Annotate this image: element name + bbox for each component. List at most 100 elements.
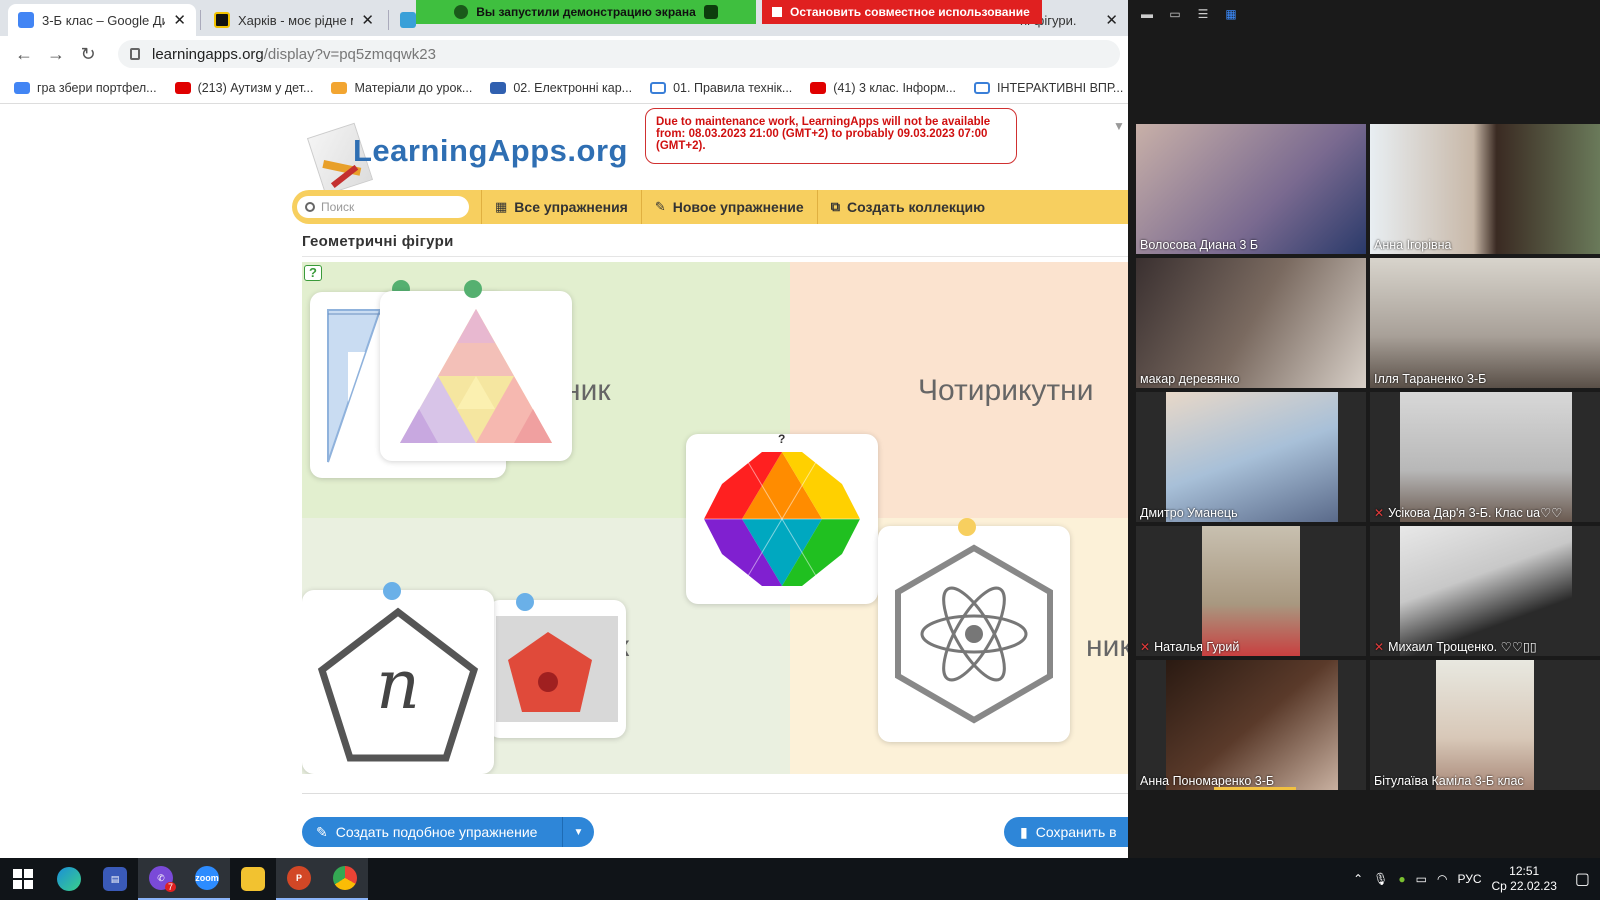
taskbar-chrome[interactable] bbox=[322, 858, 368, 900]
language-indicator[interactable]: РУС bbox=[1457, 872, 1481, 886]
microphone-icon[interactable]: 🎙 bbox=[1373, 872, 1388, 886]
card-n-pentagon[interactable]: n bbox=[302, 590, 494, 774]
participant-name: макар деревянко bbox=[1140, 372, 1240, 386]
minimize-icon[interactable]: ▬ bbox=[1138, 6, 1156, 22]
search-icon bbox=[305, 202, 315, 212]
participant-tile[interactable]: Дмитро Уманець bbox=[1136, 392, 1366, 522]
document-icon bbox=[490, 81, 507, 94]
mic-muted-icon: ✕ bbox=[1140, 640, 1151, 654]
grid-view-icon[interactable]: ▦ bbox=[1222, 6, 1240, 22]
bookmark-label: гра збери портфел... bbox=[37, 80, 157, 95]
chevron-down-icon[interactable]: ▼ bbox=[1113, 119, 1125, 133]
slides-icon bbox=[650, 81, 667, 94]
battery-icon[interactable]: ▭ bbox=[1416, 872, 1427, 886]
tab-kharkiv[interactable]: Харків - моє рідне мі ✕ bbox=[204, 4, 384, 36]
card-atom-hexagon[interactable] bbox=[878, 526, 1070, 742]
forward-icon[interactable]: → bbox=[40, 44, 72, 65]
shield-icon bbox=[703, 5, 718, 19]
site-icon bbox=[214, 12, 230, 28]
taskbar-explorer[interactable] bbox=[230, 858, 276, 900]
stop-sharing-button[interactable]: Остановить совместное использование bbox=[762, 0, 1042, 24]
slides-icon bbox=[974, 81, 991, 94]
atom-hexagon-image bbox=[895, 544, 1053, 724]
address-bar-row: ← → ↻ learningapps.org/display?v=pq5zmqq… bbox=[0, 36, 1128, 72]
speaker-view-icon[interactable]: ▭ bbox=[1166, 6, 1184, 22]
bookmark-item[interactable]: (41) 3 клас. Інформ... bbox=[810, 81, 956, 95]
taskbar-save-app[interactable]: ▤ bbox=[92, 858, 138, 900]
mic-muted-icon: ✕ bbox=[1374, 639, 1385, 654]
edge-icon bbox=[57, 867, 81, 891]
save-label: Сохранить в bbox=[1035, 824, 1117, 840]
browser-window: 3-Б клас – Google Ди ✕ Харків - моє рідн… bbox=[0, 0, 1128, 858]
bookmark-item[interactable]: ІНТЕРАКТИВНІ ВПР... bbox=[974, 81, 1123, 95]
nav-create-collection[interactable]: ⧉ Создать коллекцию bbox=[816, 190, 998, 224]
participant-tile[interactable]: Волосова Диана 3 Б bbox=[1136, 124, 1366, 254]
folder-icon bbox=[241, 867, 265, 891]
bookmark-item[interactable]: 02. Електронні кар... bbox=[490, 81, 632, 95]
close-icon[interactable]: ✕ bbox=[1105, 11, 1118, 29]
category-label-quadrilaterals: Чотирикутни bbox=[918, 374, 1094, 407]
bookmark-item[interactable]: Матеріали до урок... bbox=[331, 81, 472, 95]
bookmark-item[interactable]: 01. Правила технік... bbox=[650, 81, 792, 95]
card-pentagon-photo[interactable] bbox=[488, 600, 626, 738]
participant-tile[interactable]: ✕ Наталья Гурий bbox=[1136, 526, 1366, 656]
close-icon[interactable]: ✕ bbox=[361, 11, 374, 29]
chevron-up-icon[interactable]: ⌃ bbox=[1353, 872, 1363, 886]
tab-strip: 3-Б клас – Google Ди ✕ Харків - моє рідн… bbox=[0, 0, 1128, 36]
participant-tile[interactable]: ✕ Усікова Дар'я 3-Б. Клас ua♡♡ bbox=[1370, 392, 1600, 522]
bookmark-label: ІНТЕРАКТИВНІ ВПР... bbox=[997, 80, 1124, 95]
tab-google-drive[interactable]: 3-Б клас – Google Ди ✕ bbox=[8, 4, 196, 36]
edit-icon: ✎ bbox=[316, 823, 328, 840]
divider bbox=[302, 256, 1128, 257]
bookmark-label: 01. Правила технік... bbox=[673, 80, 793, 95]
nav-all-exercises[interactable]: ▦ Все упражнения bbox=[481, 190, 641, 224]
start-button[interactable] bbox=[0, 858, 46, 900]
chevron-down-icon[interactable]: ▼ bbox=[562, 817, 594, 847]
bookmarks-bar: гра збери портфел... (213) Аутизм у дет.… bbox=[0, 72, 1128, 104]
nav-new-exercise[interactable]: ✎ Новое упражнение bbox=[640, 190, 817, 224]
card-color-hexagon[interactable]: ? bbox=[686, 432, 878, 604]
close-icon[interactable]: ✕ bbox=[173, 11, 186, 29]
gallery-view-icon[interactable]: ☰ bbox=[1194, 6, 1212, 22]
bookmark-item[interactable]: (213) Аутизм у дет... bbox=[174, 81, 313, 95]
card-pin bbox=[516, 593, 534, 611]
participant-tile[interactable]: ✕ Михаил Трощенко. ♡♡▯▯ bbox=[1370, 526, 1600, 656]
colorful-triangle-image bbox=[400, 309, 552, 443]
zoom-icon: zoom bbox=[195, 866, 219, 890]
search-input[interactable]: Поиск bbox=[297, 196, 469, 218]
app-tray-icon[interactable]: ● bbox=[1398, 872, 1405, 886]
notification-badge: 7 bbox=[164, 882, 176, 892]
learningapps-page: LearningApps.org Due to maintenance work… bbox=[0, 105, 1128, 858]
help-icon[interactable]: ? bbox=[304, 265, 322, 281]
participant-name: Бітулаїва Каміла 3-Б клас bbox=[1374, 774, 1524, 788]
category-label-hexagons: ник bbox=[1086, 630, 1128, 663]
share-banner-text: Вы запустили демонстрацию экрана bbox=[476, 5, 696, 19]
card-triangle[interactable] bbox=[380, 291, 572, 461]
video-feed bbox=[1400, 526, 1572, 656]
participant-tile[interactable]: макар деревянко bbox=[1136, 258, 1366, 388]
bookmark-label: 02. Електронні кар... bbox=[513, 80, 633, 95]
save-to-button[interactable]: ▮ Сохранить в bbox=[1004, 817, 1128, 847]
create-similar-button[interactable]: ✎ Создать подобное упражнение ▼ bbox=[302, 817, 594, 847]
participant-tile-active-speaker[interactable]: Ілля Тараненко 3-Б bbox=[1370, 258, 1600, 388]
clock[interactable]: 12:51 Ср 22.02.23 bbox=[1491, 864, 1556, 894]
taskbar-viber[interactable]: ✆ 7 bbox=[138, 858, 184, 900]
reload-icon[interactable]: ↻ bbox=[72, 44, 104, 65]
taskbar-zoom[interactable]: zoom bbox=[184, 858, 230, 900]
tab-title: 3-Б клас – Google Ди bbox=[42, 12, 166, 28]
site-logo[interactable]: LearningApps.org bbox=[305, 111, 627, 196]
back-icon[interactable]: ← bbox=[8, 44, 40, 65]
bookmark-item[interactable]: гра збери портфел... bbox=[14, 81, 157, 95]
taskbar-edge[interactable] bbox=[46, 858, 92, 900]
notifications-icon[interactable]: ▢ bbox=[1575, 869, 1590, 889]
url-field[interactable]: learningapps.org/display?v=pq5zmqqwk23 bbox=[118, 40, 1120, 68]
participant-name: Михаил Трощенко. ♡♡▯▯ bbox=[1388, 640, 1537, 654]
taskbar-powerpoint[interactable]: P bbox=[276, 858, 322, 900]
participant-tile[interactable]: Анна Ігорівна bbox=[1370, 124, 1600, 254]
participant-tile[interactable]: Бітулаїва Каміла 3-Б клас bbox=[1370, 660, 1600, 790]
audio-level-bar bbox=[1214, 787, 1296, 790]
exercise-board: ник Чотирикутни к ник ? bbox=[302, 262, 1128, 774]
participant-tile[interactable]: Анна Пономаренко 3-Б bbox=[1136, 660, 1366, 790]
participant-name: Анна Ігорівна bbox=[1374, 238, 1452, 252]
wifi-icon[interactable]: ◠ bbox=[1437, 872, 1447, 886]
